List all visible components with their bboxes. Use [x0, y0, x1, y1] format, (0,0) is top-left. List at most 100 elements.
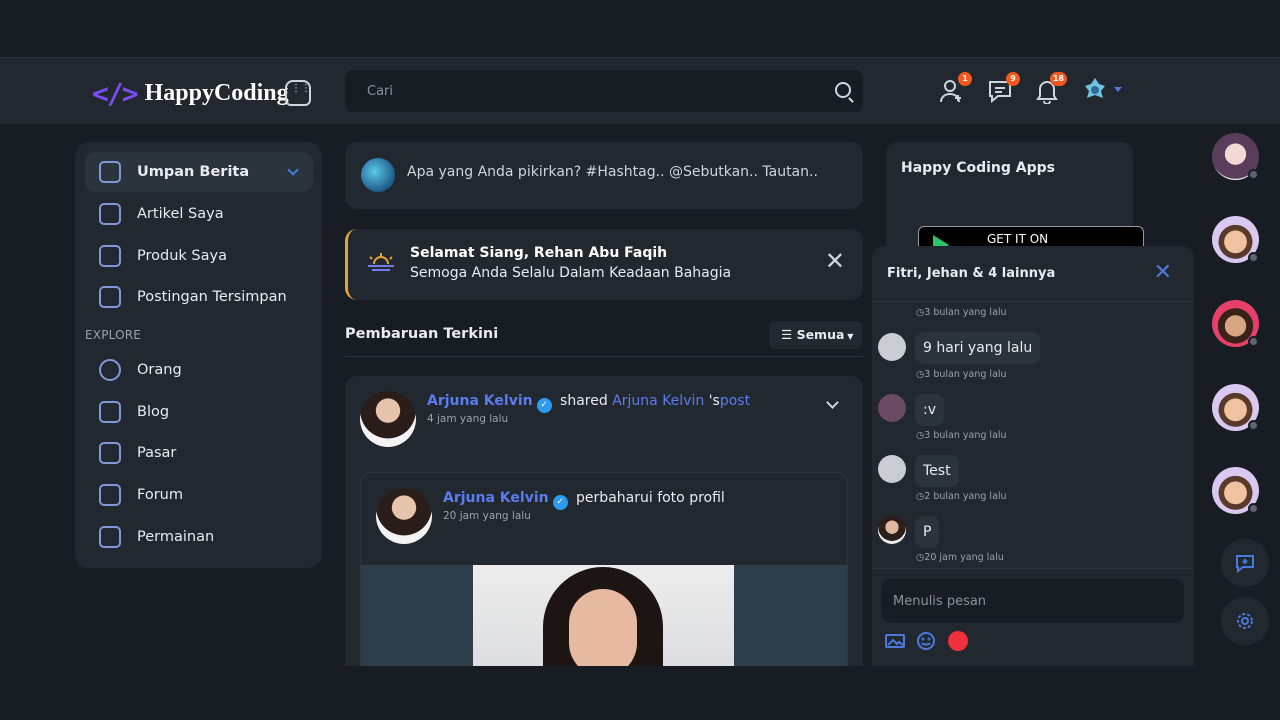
- emoji-icon[interactable]: [916, 631, 936, 651]
- chat-member-avatar[interactable]: [878, 455, 906, 483]
- close-icon[interactable]: ✕: [825, 249, 845, 273]
- user-avatar[interactable]: [1082, 76, 1108, 104]
- messages-icon[interactable]: 9: [986, 72, 1020, 106]
- post-composer[interactable]: Apa yang Anda pikirkan? #Hashtag.. @Sebu…: [345, 142, 863, 209]
- image-icon[interactable]: [885, 631, 905, 651]
- store-label: GET IT ON: [987, 232, 1049, 246]
- search-icon[interactable]: [835, 82, 851, 98]
- shopping-bag-icon: [99, 245, 121, 267]
- online-contact-avatar[interactable]: [1212, 216, 1259, 263]
- sidebar-item-orang[interactable]: Orang: [85, 350, 313, 390]
- message-time: ◷3 bulan yang lalu: [916, 369, 1007, 380]
- document-icon: [99, 203, 121, 225]
- filter-label: Semua: [796, 327, 845, 342]
- sunrise-icon: [368, 253, 394, 271]
- post-header: Arjuna Kelvin ✓ shared Arjuna Kelvin 'spo…: [427, 393, 750, 413]
- post-options-chevron-icon[interactable]: [826, 396, 839, 409]
- friend-requests-icon[interactable]: 1: [938, 72, 972, 106]
- profile-photo-image[interactable]: [473, 565, 734, 666]
- sidebar-item-label: Postingan Tersimpan: [137, 289, 287, 305]
- shared-post-time: 20 jam yang lalu: [443, 510, 531, 522]
- post-target-link[interactable]: post: [720, 393, 750, 409]
- verified-icon: ✓: [552, 495, 568, 510]
- sidebar-item-umpan-berita[interactable]: Umpan Berita: [85, 152, 313, 192]
- online-contact-avatar[interactable]: [1212, 133, 1259, 180]
- logo-mark: </>: [92, 77, 139, 110]
- shared-author-link[interactable]: Arjuna Kelvin: [443, 490, 549, 506]
- friend-requests-badge: 1: [958, 72, 972, 86]
- store-icon: [99, 442, 121, 464]
- caret-down-icon: ▼: [844, 332, 854, 341]
- close-icon[interactable]: ✕: [1154, 260, 1172, 285]
- notifications-badge: 18: [1049, 72, 1067, 86]
- online-contact-avatar[interactable]: [1212, 384, 1259, 431]
- logo[interactable]: </> HappyCoding: [92, 77, 289, 110]
- shared-post-header: Arjuna Kelvin ✓ perbaharui foto profil: [443, 490, 725, 510]
- user-menu-chevron-down-icon[interactable]: [1114, 87, 1122, 92]
- chat-member-avatar[interactable]: [878, 394, 906, 422]
- sidebar-item-label: Blog: [137, 404, 170, 420]
- top-navigation-bar: </> HappyCoding 1 9 18: [0, 57, 1280, 124]
- feed-post: Arjuna Kelvin ✓ shared Arjuna Kelvin 'spo…: [345, 376, 863, 666]
- post-action: shared: [560, 393, 608, 409]
- message-time: ◷20 jam yang lalu: [916, 552, 1004, 563]
- post-photo-container: [361, 565, 847, 666]
- chat-message-bubble: :v: [915, 394, 945, 426]
- apps-home-icon[interactable]: [285, 80, 311, 106]
- greeting-subtitle: Semoga Anda Selalu Dalam Keadaan Bahagia: [410, 265, 732, 281]
- status-indicator: [1248, 169, 1259, 180]
- shared-author-avatar[interactable]: [376, 488, 432, 544]
- shared-action: perbaharui foto profil: [576, 490, 725, 506]
- chat-message-input[interactable]: [881, 579, 1184, 623]
- blog-icon: [99, 401, 121, 423]
- chat-member-avatar[interactable]: [878, 333, 906, 361]
- post-target-author-link[interactable]: Arjuna Kelvin: [612, 393, 704, 409]
- chevron-down-icon[interactable]: [287, 164, 299, 176]
- sidebar-item-artikel-saya[interactable]: Artikel Saya: [85, 194, 313, 234]
- sidebar-item-label: Permainan: [137, 529, 215, 545]
- sidebar-item-label: Pasar: [137, 445, 177, 461]
- people-icon: [99, 359, 121, 381]
- forum-icon: [99, 484, 121, 506]
- status-indicator: [1248, 252, 1259, 263]
- status-indicator: [1248, 336, 1259, 347]
- newspaper-icon: [99, 161, 121, 183]
- greeting-banner: Selamat Siang, Rehan Abu Faqih Semoga An…: [345, 229, 863, 300]
- search-input[interactable]: [345, 70, 863, 112]
- sidebar-item-postingan-tersimpan[interactable]: Postingan Tersimpan: [85, 277, 313, 317]
- message-time: ◷3 bulan yang lalu: [916, 430, 1007, 441]
- chat-window: Fitri, Jehan & 4 lainnya ✕ ◷3 bulan yang…: [872, 246, 1194, 666]
- left-sidebar: Umpan Berita Artikel Saya Produk Saya Po…: [75, 142, 322, 568]
- sidebar-item-label: Artikel Saya: [137, 206, 224, 222]
- divider: [345, 356, 863, 357]
- online-contact-avatar[interactable]: [1212, 467, 1259, 514]
- new-message-icon: [1236, 555, 1254, 573]
- sidebar-item-pasar[interactable]: Pasar: [85, 433, 313, 473]
- gear-icon: [1237, 613, 1253, 629]
- chat-member-avatar[interactable]: [878, 516, 906, 544]
- post-author-link[interactable]: Arjuna Kelvin: [427, 393, 533, 409]
- feed-filter-dropdown[interactable]: ☰ Semua ▼: [769, 321, 862, 349]
- online-contact-avatar[interactable]: [1212, 300, 1259, 347]
- composer-placeholder[interactable]: Apa yang Anda pikirkan? #Hashtag.. @Sebu…: [407, 164, 818, 180]
- notifications-bell-icon[interactable]: 18: [1033, 72, 1067, 106]
- sidebar-item-label: Umpan Berita: [137, 164, 250, 180]
- post-author-avatar[interactable]: [360, 391, 416, 447]
- sidebar-item-blog[interactable]: Blog: [85, 392, 313, 432]
- sidebar-item-forum[interactable]: Forum: [85, 475, 313, 515]
- record-audio-icon[interactable]: [948, 631, 968, 651]
- chat-message-bubble: Test: [915, 455, 959, 487]
- search-bar: [345, 70, 863, 112]
- sidebar-item-permainan[interactable]: Permainan: [85, 517, 313, 557]
- game-icon: [99, 526, 121, 548]
- new-chat-button[interactable]: [1221, 539, 1269, 587]
- sidebar-item-produk-saya[interactable]: Produk Saya: [85, 236, 313, 276]
- message-time: ◷2 bulan yang lalu: [916, 491, 1007, 502]
- chat-message-bubble: 9 hari yang lalu: [915, 332, 1041, 364]
- verified-icon: ✓: [536, 398, 552, 413]
- chat-header: Fitri, Jehan & 4 lainnya ✕: [872, 246, 1194, 302]
- chat-settings-button[interactable]: [1221, 597, 1269, 645]
- sidebar-item-label: Produk Saya: [137, 248, 227, 264]
- message-time: ◷3 bulan yang lalu: [916, 307, 1007, 318]
- shared-post-card[interactable]: Arjuna Kelvin ✓ perbaharui foto profil 20…: [360, 472, 848, 666]
